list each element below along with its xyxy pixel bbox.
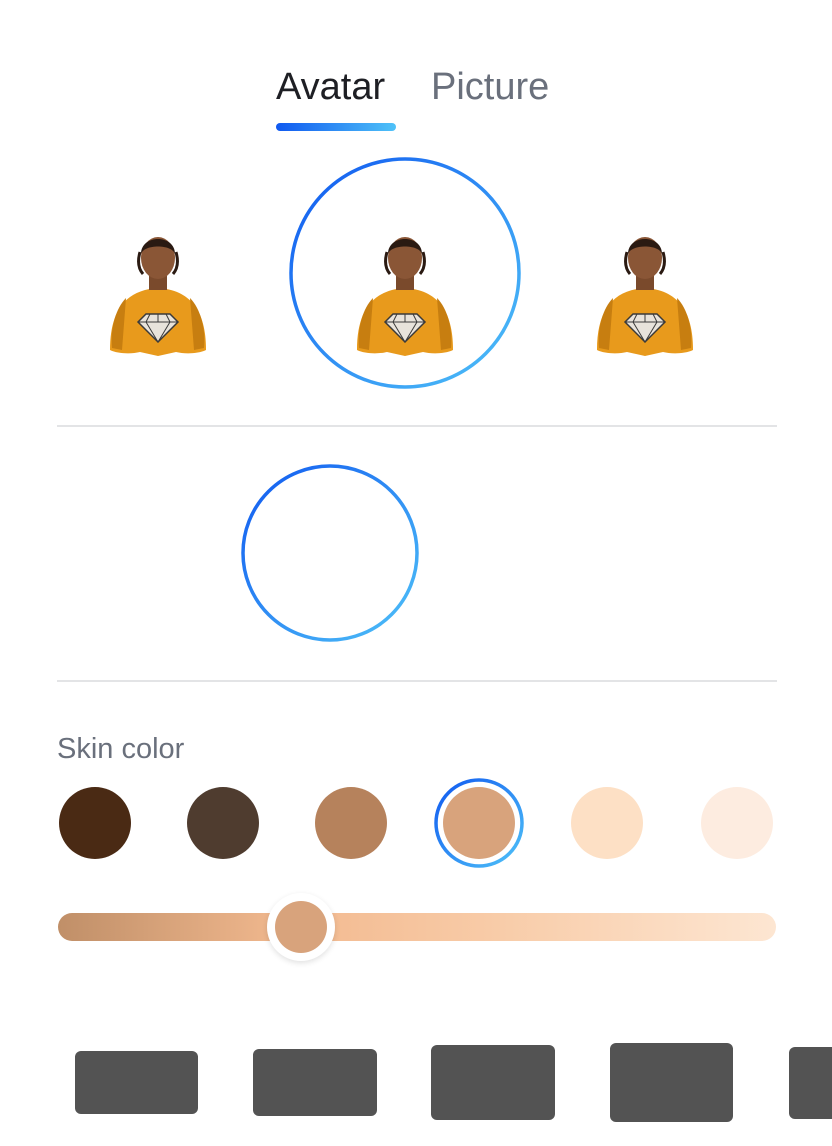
item-thumbnail-4[interactable] <box>610 1043 733 1122</box>
skin-tone-slider-thumb[interactable] <box>267 893 335 961</box>
avatar-orange-shirt-icon <box>110 237 206 356</box>
active-tab-indicator <box>276 123 396 131</box>
avatar-option-2[interactable] <box>345 218 465 368</box>
avatar-carousel <box>0 150 832 400</box>
item-thumbnail-2[interactable] <box>253 1049 377 1116</box>
skin-tone-slider[interactable] <box>58 913 776 941</box>
skin-swatch-6[interactable] <box>701 787 773 859</box>
item-thumbnail-1[interactable] <box>75 1051 198 1114</box>
empty-option-ring[interactable] <box>240 463 420 643</box>
item-thumbnail-3[interactable] <box>431 1045 555 1120</box>
tab-picture[interactable]: Picture <box>431 62 561 112</box>
slider-thumb-fill <box>275 901 327 953</box>
skin-swatch-1[interactable] <box>59 787 131 859</box>
divider <box>57 680 777 682</box>
skin-swatch-5[interactable] <box>571 787 643 859</box>
divider <box>57 425 777 427</box>
tab-bar: Avatar Picture <box>0 62 832 142</box>
avatar-option-1[interactable] <box>98 218 218 368</box>
avatar-orange-shirt-icon <box>597 237 693 356</box>
skin-swatch-2[interactable] <box>187 787 259 859</box>
tab-avatar[interactable]: Avatar <box>276 62 398 112</box>
skin-swatch-3[interactable] <box>315 787 387 859</box>
item-thumbnail-5[interactable] <box>789 1047 832 1119</box>
avatar-orange-shirt-icon <box>357 237 453 356</box>
skin-color-label: Skin color <box>57 733 185 765</box>
avatar-option-3[interactable] <box>585 218 705 368</box>
skin-swatch-4[interactable] <box>443 787 515 859</box>
